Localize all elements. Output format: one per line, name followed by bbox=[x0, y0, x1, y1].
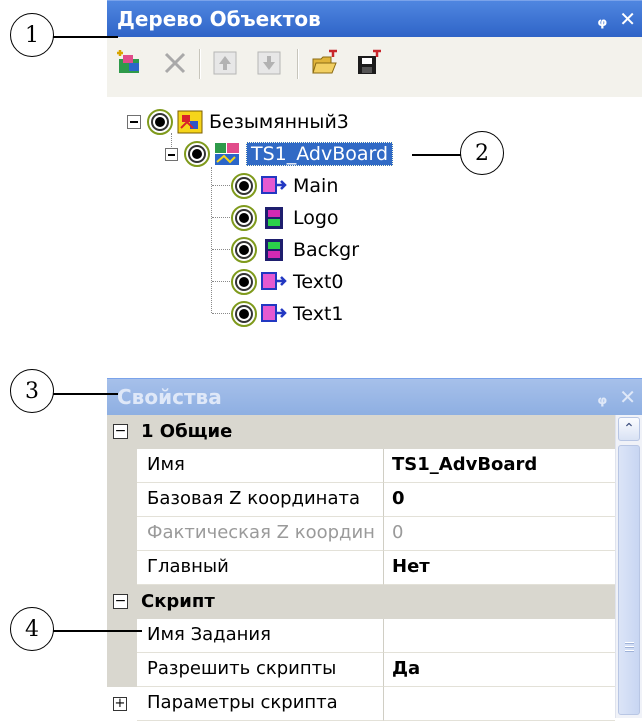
move-up-icon[interactable] bbox=[211, 49, 239, 77]
callout-1: 1 bbox=[10, 13, 54, 57]
tree-child-main[interactable]: Main bbox=[231, 171, 338, 201]
properties-titlebar[interactable]: Свойства ᵩ ✕ bbox=[107, 378, 642, 415]
scroll-thumb[interactable] bbox=[618, 445, 640, 715]
tree-selected-label: TS1_AdvBoard bbox=[246, 142, 394, 166]
callout-leader bbox=[52, 393, 118, 395]
callout-4: 4 bbox=[10, 607, 54, 651]
property-name: Базовая Z координата bbox=[137, 483, 384, 517]
visibility-eye-icon[interactable] bbox=[231, 173, 257, 199]
object-tree-toolbar bbox=[107, 37, 642, 98]
visibility-eye-icon[interactable] bbox=[184, 141, 210, 167]
open-folder-icon[interactable] bbox=[311, 49, 339, 77]
object-tree-titlebar[interactable]: Дерево Объектов ᵩ ✕ bbox=[107, 0, 642, 37]
tree-child-text1[interactable]: Text1 bbox=[231, 299, 344, 329]
property-name: Имя Задания bbox=[137, 619, 384, 653]
board-icon bbox=[215, 143, 239, 165]
scroll-up-icon[interactable]: ⌃ bbox=[618, 417, 640, 441]
category-general[interactable]: − 1 Общие bbox=[107, 415, 615, 449]
property-row[interactable]: Имя Задания bbox=[107, 619, 615, 653]
film-icon bbox=[265, 207, 283, 229]
properties-grid: − 1 Общие Имя TS1_AdvBoard Базовая Z коо… bbox=[107, 415, 642, 721]
save-icon[interactable] bbox=[355, 49, 383, 77]
callout-2: 2 bbox=[460, 131, 504, 175]
collapse-icon[interactable] bbox=[127, 115, 141, 129]
film-icon bbox=[265, 239, 283, 261]
property-name: Параметры скрипта bbox=[137, 687, 384, 721]
property-name: Имя bbox=[137, 449, 384, 483]
tree-child-backgr[interactable]: Backgr bbox=[231, 235, 359, 265]
pin-icon[interactable]: ᵩ bbox=[597, 7, 607, 31]
property-row[interactable]: Имя TS1_AdvBoard bbox=[107, 449, 615, 483]
tree-child-label: Logo bbox=[293, 207, 339, 229]
property-value[interactable]: Да bbox=[384, 653, 615, 687]
tree-child-label: Text1 bbox=[293, 303, 344, 325]
collapse-icon[interactable]: − bbox=[113, 424, 128, 439]
toolbar-separator bbox=[199, 49, 201, 79]
add-object-icon[interactable] bbox=[115, 49, 143, 77]
category-script[interactable]: − Скрипт bbox=[107, 585, 615, 619]
tree-child-label: Main bbox=[293, 175, 339, 197]
property-value[interactable]: 0 bbox=[384, 483, 615, 517]
callout-leader bbox=[52, 630, 142, 632]
property-value[interactable] bbox=[384, 619, 615, 653]
page-link-icon bbox=[261, 304, 287, 322]
tree-connector bbox=[212, 249, 232, 250]
toolbar-separator bbox=[297, 49, 299, 79]
tree-child-label: Backgr bbox=[293, 239, 359, 261]
tree-connector bbox=[212, 281, 232, 282]
property-row[interactable]: Разрешить скрипты Да bbox=[107, 653, 615, 687]
collapse-icon[interactable]: − bbox=[113, 594, 128, 609]
visibility-eye-icon[interactable] bbox=[231, 205, 257, 231]
panel-container: Дерево Объектов ᵩ ✕ Безымянный3 TS1_AdvB… bbox=[107, 0, 642, 721]
project-icon bbox=[177, 110, 203, 134]
category-label: Скрипт bbox=[141, 591, 215, 612]
property-name: Фактическая Z координ bbox=[137, 517, 384, 551]
tree-connector bbox=[212, 313, 232, 314]
property-value: 0 bbox=[384, 517, 615, 551]
property-value[interactable]: Нет bbox=[384, 551, 615, 585]
visibility-eye-icon[interactable] bbox=[147, 109, 173, 135]
property-value[interactable] bbox=[384, 687, 615, 721]
callout-leader bbox=[412, 154, 462, 156]
visibility-eye-icon[interactable] bbox=[231, 301, 257, 327]
move-down-icon[interactable] bbox=[255, 49, 283, 77]
visibility-eye-icon[interactable] bbox=[231, 269, 257, 295]
collapse-icon[interactable] bbox=[165, 147, 178, 161]
callout-leader bbox=[52, 36, 118, 38]
tree-root-row[interactable]: Безымянный3 bbox=[127, 107, 349, 137]
tree-connector bbox=[212, 185, 232, 186]
property-row[interactable]: Главный Нет bbox=[107, 551, 615, 585]
tree-connector bbox=[211, 167, 212, 313]
pin-icon[interactable]: ᵩ bbox=[597, 385, 607, 409]
callout-3: 3 bbox=[10, 369, 54, 413]
object-tree: Безымянный3 TS1_AdvBoard Main Logo Backg… bbox=[107, 97, 642, 368]
properties-scrollbar[interactable]: ⌃ bbox=[615, 415, 642, 718]
delete-icon[interactable] bbox=[161, 49, 189, 77]
tree-child-label: Text0 bbox=[293, 271, 344, 293]
properties-title: Свойства bbox=[117, 385, 222, 409]
close-icon[interactable]: ✕ bbox=[619, 7, 636, 31]
tree-node-row[interactable]: TS1_AdvBoard bbox=[165, 139, 394, 169]
tree-root-label: Безымянный3 bbox=[209, 111, 349, 133]
expand-icon[interactable]: + bbox=[113, 697, 127, 711]
tree-child-logo[interactable]: Logo bbox=[231, 203, 339, 233]
tree-child-text0[interactable]: Text0 bbox=[231, 267, 344, 297]
object-tree-title: Дерево Объектов bbox=[117, 7, 321, 31]
visibility-eye-icon[interactable] bbox=[231, 237, 257, 263]
page-link-icon bbox=[261, 272, 287, 290]
property-name: Разрешить скрипты bbox=[137, 653, 384, 687]
property-value[interactable]: TS1_AdvBoard bbox=[384, 449, 615, 483]
close-icon[interactable]: ✕ bbox=[619, 385, 636, 409]
tree-connector bbox=[212, 217, 232, 218]
property-row[interactable]: Базовая Z координата 0 bbox=[107, 483, 615, 517]
property-row-expandable[interactable]: + Параметры скрипта bbox=[107, 687, 615, 721]
category-label: 1 Общие bbox=[141, 421, 233, 442]
page-link-icon bbox=[261, 176, 287, 194]
property-name: Главный bbox=[137, 551, 384, 585]
property-row: Фактическая Z координ 0 bbox=[107, 517, 615, 551]
